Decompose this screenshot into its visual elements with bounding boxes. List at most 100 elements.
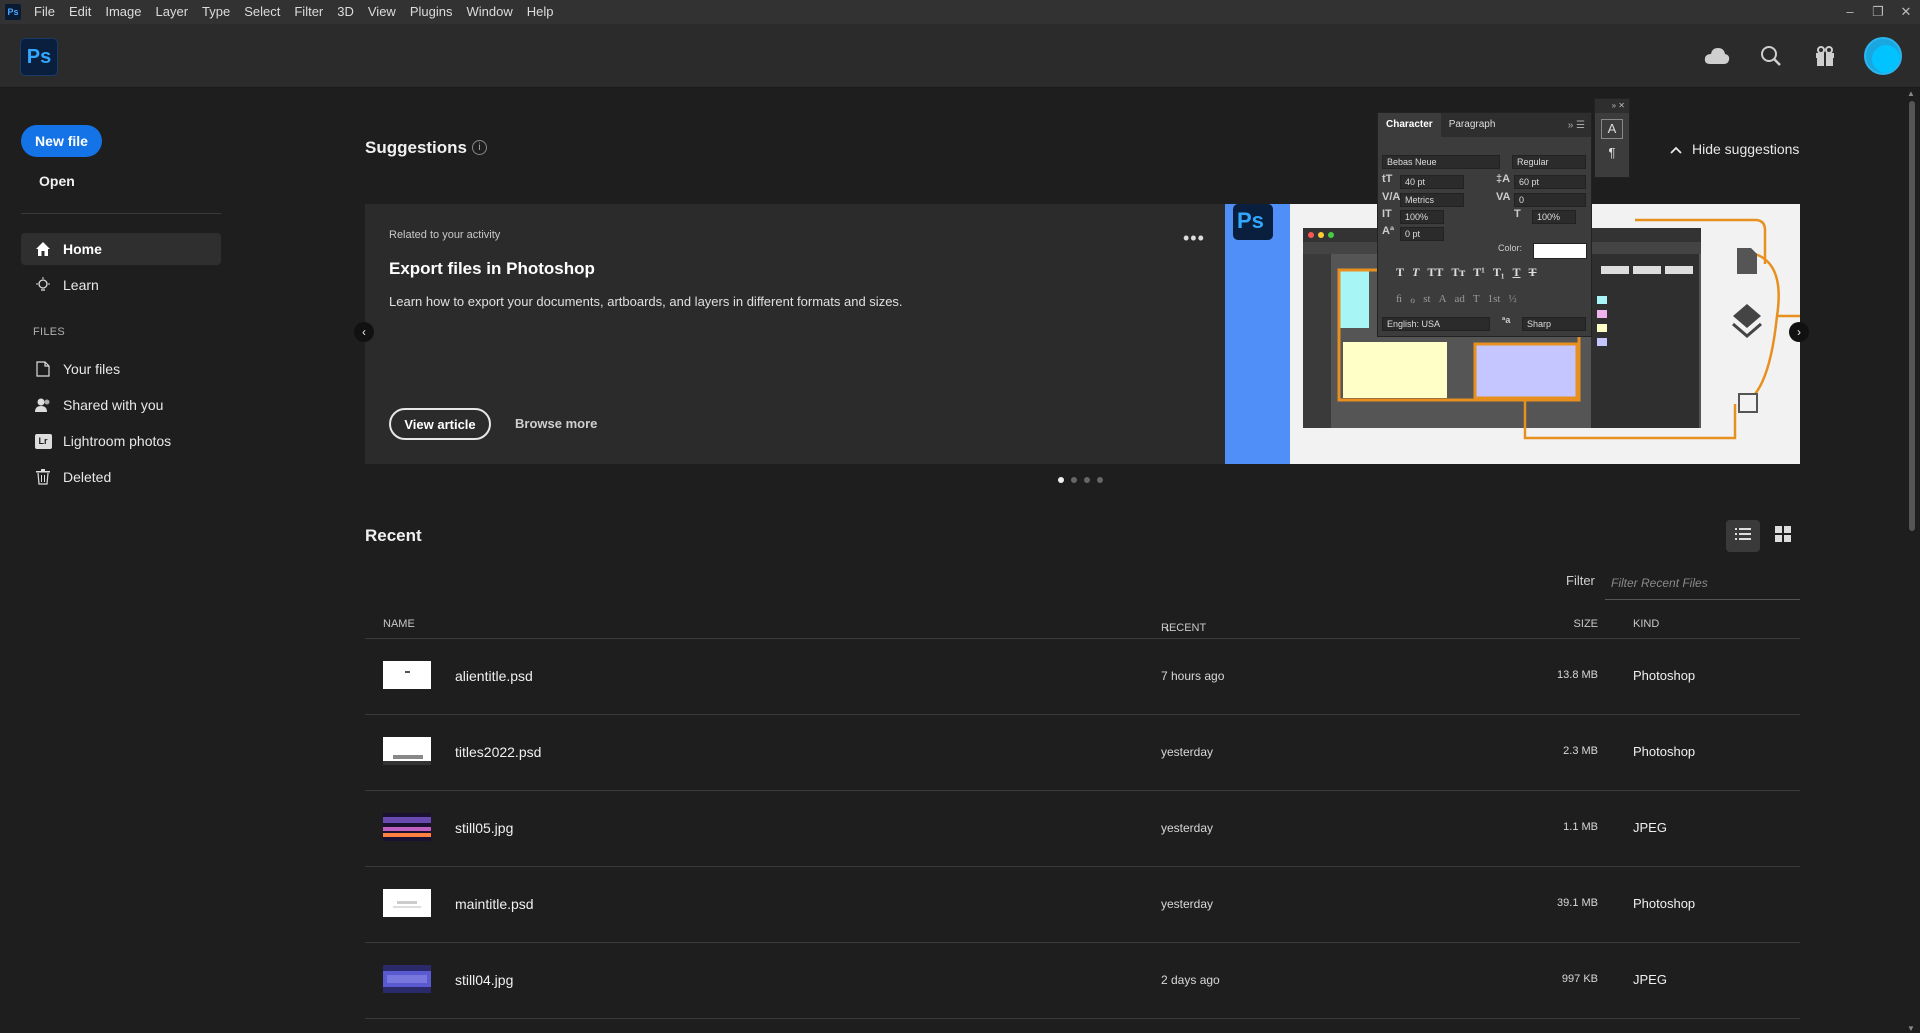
scroll-up-icon[interactable]: ▲ — [1907, 89, 1915, 98]
table-row[interactable]: titles2022.psd yesterday 2.3 MB Photosho… — [365, 715, 1800, 790]
strikethrough-button[interactable]: T — [1529, 265, 1537, 280]
file-thumbnail — [383, 661, 431, 689]
leading-field[interactable]: 60 pt — [1514, 175, 1586, 189]
menu-3d[interactable]: 3D — [330, 0, 361, 24]
font-size-field[interactable]: 40 pt — [1400, 175, 1464, 189]
photoshop-logo[interactable]: Ps — [20, 38, 58, 76]
sidebar-item-lightroom-photos[interactable]: Lr Lightroom photos — [21, 425, 221, 457]
restore-button[interactable]: ❐ — [1864, 0, 1892, 24]
file-name: titles2022.psd — [455, 744, 542, 760]
menu-bar: Ps File Edit Image Layer Type Select Fil… — [0, 0, 1920, 24]
superscript-button[interactable]: T¹ — [1473, 265, 1485, 280]
menu-plugins[interactable]: Plugins — [403, 0, 460, 24]
sidebar: New file Open Home Learn FILES Your file… — [0, 89, 240, 1033]
view-article-button[interactable]: View article — [389, 408, 491, 440]
window-controls: – ❐ ✕ — [1836, 0, 1920, 24]
horizontal-scale-field[interactable]: 100% — [1532, 210, 1576, 224]
menu-edit[interactable]: Edit — [62, 0, 98, 24]
scroll-down-icon[interactable]: ▼ — [1907, 1024, 1915, 1033]
files-section-header: FILES — [33, 326, 66, 338]
carousel-dot[interactable] — [1097, 477, 1103, 483]
carousel-dot[interactable] — [1058, 477, 1064, 483]
stylistic-alternates-button[interactable]: ad — [1455, 293, 1465, 306]
file-recent: 7 hours ago — [1161, 669, 1225, 683]
hide-suggestions-button[interactable]: Hide suggestions — [1670, 141, 1799, 157]
file-thumbnail — [383, 889, 431, 917]
carousel-prev-button[interactable]: ‹ — [354, 322, 374, 342]
swash-button[interactable]: A — [1439, 293, 1447, 306]
close-button[interactable]: ✕ — [1892, 0, 1920, 24]
menu-layer[interactable]: Layer — [149, 0, 196, 24]
old-style-button[interactable]: ℴ — [1410, 293, 1415, 306]
underline-button[interactable]: T — [1513, 265, 1521, 280]
grid-view-button[interactable] — [1766, 520, 1800, 552]
text-color-swatch[interactable] — [1533, 243, 1587, 259]
filter-recent-files-input[interactable] — [1605, 566, 1800, 600]
table-row[interactable]: alientitle.psd 7 hours ago 13.8 MB Photo… — [365, 639, 1800, 714]
menu-image[interactable]: Image — [98, 0, 148, 24]
cloud-icon[interactable] — [1702, 41, 1732, 71]
tab-character[interactable]: Character — [1378, 113, 1441, 137]
font-style-select[interactable]: Regular — [1512, 155, 1586, 169]
search-icon[interactable] — [1756, 41, 1786, 71]
minimize-button[interactable]: – — [1836, 0, 1864, 24]
tab-paragraph[interactable]: Paragraph — [1441, 113, 1504, 137]
more-options-icon[interactable]: ••• — [1183, 228, 1205, 249]
subscript-button[interactable]: T₁ — [1493, 265, 1505, 280]
open-button[interactable]: Open — [39, 173, 75, 189]
file-name: still04.jpg — [455, 972, 514, 988]
panel-menu-icon[interactable]: » ☰ — [1568, 120, 1591, 131]
sidebar-item-shared-with-you[interactable]: Shared with you — [21, 389, 221, 421]
all-caps-button[interactable]: TT — [1427, 265, 1443, 280]
sidebar-item-your-files[interactable]: Your files — [21, 353, 221, 385]
character-panel-icon[interactable]: A — [1601, 119, 1623, 139]
table-row[interactable]: still05.jpg yesterday 1.1 MB JPEG — [365, 791, 1800, 866]
sidebar-item-learn[interactable]: Learn — [21, 269, 221, 301]
baseline-shift-field[interactable]: 0 pt — [1400, 227, 1444, 241]
menu-filter[interactable]: Filter — [287, 0, 330, 24]
info-icon[interactable]: i — [472, 140, 487, 155]
faux-bold-button[interactable]: T — [1396, 265, 1404, 280]
menu-help[interactable]: Help — [520, 0, 561, 24]
tracking-field[interactable]: 0 — [1514, 193, 1586, 207]
kerning-field[interactable]: Metrics — [1400, 193, 1464, 207]
small-caps-button[interactable]: Tт — [1451, 265, 1465, 280]
column-header-kind[interactable]: KIND — [1633, 618, 1659, 630]
sidebar-item-home[interactable]: Home — [21, 233, 221, 265]
scrollbar-thumb[interactable] — [1909, 101, 1915, 531]
sidebar-item-deleted[interactable]: Deleted — [21, 461, 221, 493]
menu-file[interactable]: File — [27, 0, 62, 24]
gift-icon[interactable] — [1810, 41, 1840, 71]
vertical-scrollbar[interactable]: ▲ ▼ — [1904, 89, 1920, 1033]
titling-alternates-button[interactable]: T — [1473, 293, 1480, 306]
carousel-dot[interactable] — [1071, 477, 1077, 483]
language-select[interactable]: English: USA — [1382, 317, 1490, 331]
menu-view[interactable]: View — [361, 0, 403, 24]
photoshop-app-icon: Ps — [5, 4, 21, 20]
faux-italic-button[interactable]: T — [1412, 265, 1419, 280]
table-row[interactable]: maintitle.psd yesterday 39.1 MB Photosho… — [365, 867, 1800, 942]
panel-tabs: Character Paragraph » ☰ — [1378, 113, 1591, 137]
table-row[interactable]: still04.jpg 2 days ago 997 KB JPEG — [365, 943, 1800, 1018]
menu-select[interactable]: Select — [237, 0, 287, 24]
browse-more-link[interactable]: Browse more — [515, 416, 597, 431]
carousel-next-button[interactable]: › — [1789, 322, 1809, 342]
ordinals-button[interactable]: 1st — [1488, 293, 1501, 306]
ligatures-button[interactable]: ﬁ — [1396, 293, 1402, 306]
column-header-size[interactable]: SIZE — [1574, 618, 1598, 630]
user-avatar[interactable] — [1864, 37, 1902, 75]
list-view-button[interactable] — [1726, 520, 1760, 552]
vertical-scale-field[interactable]: 100% — [1400, 210, 1444, 224]
paragraph-panel-icon[interactable]: ¶ — [1601, 145, 1623, 163]
fractions-button[interactable]: ½ — [1508, 293, 1516, 306]
character-panel: Character Paragraph » ☰ Bebas Neue Regul… — [1377, 112, 1592, 337]
new-file-button[interactable]: New file — [21, 125, 102, 157]
font-family-select[interactable]: Bebas Neue — [1382, 155, 1500, 169]
column-header-name[interactable]: NAME — [383, 618, 415, 630]
menu-window[interactable]: Window — [459, 0, 519, 24]
menu-type[interactable]: Type — [195, 0, 237, 24]
discretionary-ligatures-button[interactable]: st — [1423, 293, 1430, 306]
carousel-dot[interactable] — [1084, 477, 1090, 483]
file-size: 997 KB — [1561, 973, 1598, 985]
antialias-select[interactable]: Sharp — [1522, 317, 1586, 331]
